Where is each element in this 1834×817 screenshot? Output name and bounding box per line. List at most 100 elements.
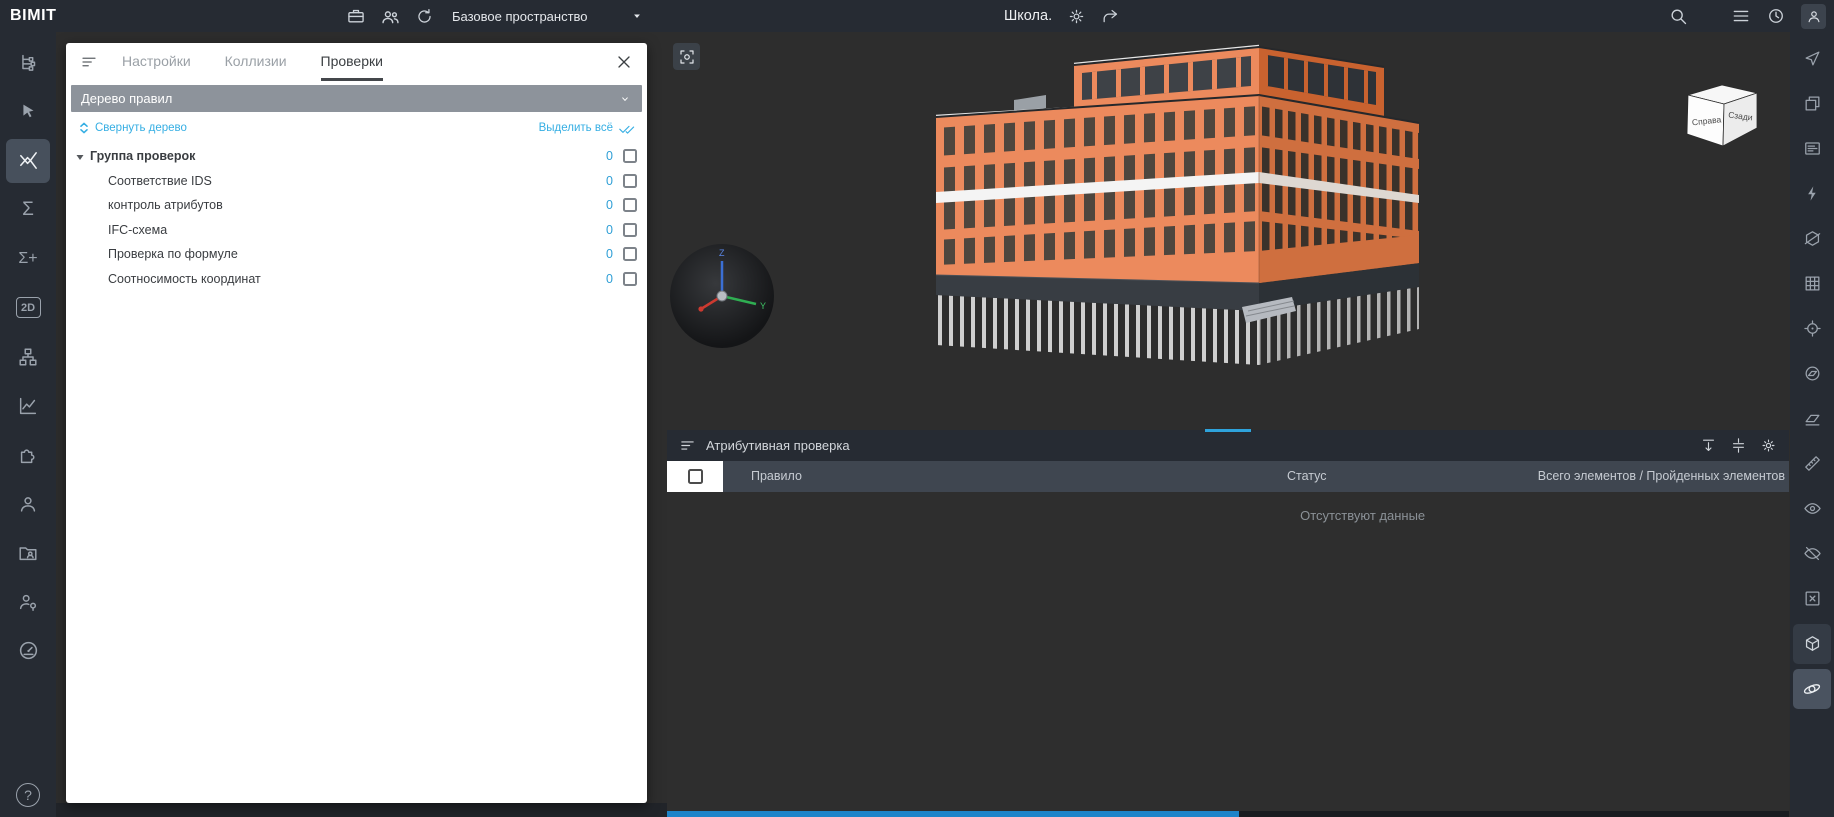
close-panel-button[interactable]: [614, 52, 634, 72]
tree-caret-icon: [75, 152, 85, 162]
rule-count: 0: [606, 149, 613, 163]
dimension-ruler-button[interactable]: [1793, 441, 1831, 486]
rule-row[interactable]: IFC-схема 0: [66, 218, 647, 243]
row-distribute-button[interactable]: [1730, 437, 1747, 454]
top-bar: BIMIT Базовое пространство Школа.: [0, 0, 1834, 32]
fit-height-button[interactable]: [1700, 437, 1717, 454]
viewport-3d[interactable]: Z Y Справа Сзади На: [56, 32, 1790, 817]
section-box-button[interactable]: [1793, 216, 1831, 261]
hierarchy-button[interactable]: [4, 332, 52, 381]
workspace-selector-label: Базовое пространство: [452, 9, 588, 24]
help-button[interactable]: ?: [16, 783, 40, 807]
rule-row[interactable]: Соотносимость координат 0: [66, 267, 647, 292]
rule-row[interactable]: Соответствие IDS 0: [66, 169, 647, 194]
orbit-button[interactable]: [1793, 669, 1831, 709]
sum-add-icon: Σ+: [18, 251, 37, 267]
selection-layers-button[interactable]: [1793, 81, 1831, 126]
collisions-button[interactable]: [6, 139, 50, 183]
workspace-selector[interactable]: Базовое пространство: [452, 0, 644, 32]
rule-checkbox[interactable]: [623, 149, 637, 163]
project-settings-button[interactable]: [1067, 7, 1086, 26]
lightning-button[interactable]: [1793, 171, 1831, 216]
rule-checkbox[interactable]: [623, 272, 637, 286]
topbar-right: [1668, 0, 1826, 32]
hide-eye-icon: [1803, 544, 1822, 563]
clip-plane-button[interactable]: [1793, 396, 1831, 441]
view-2d-button[interactable]: 2D: [4, 283, 52, 332]
collisions-icon: [17, 149, 40, 172]
column-rule: Правило: [751, 469, 802, 483]
profile-icon: [1805, 7, 1823, 25]
model-tree-button[interactable]: [4, 38, 52, 87]
rule-row[interactable]: контроль атрибутов 0: [66, 193, 647, 218]
graph-check-button[interactable]: [4, 381, 52, 430]
search-button[interactable]: [1668, 6, 1688, 26]
rule-row[interactable]: Проверка по формуле 0: [66, 242, 647, 267]
profile-button[interactable]: [1801, 4, 1826, 29]
app-logo: BIMIT: [10, 0, 57, 32]
rule-checkbox[interactable]: [623, 223, 637, 237]
building-model-3d[interactable]: [924, 39, 1424, 394]
navigation-cube[interactable]: Справа Сзади: [1678, 78, 1762, 161]
empty-state-text: Отсутствуют данные: [1300, 508, 1425, 523]
collapse-tree-link[interactable]: Свернуть дерево: [78, 122, 187, 134]
history-button[interactable]: [1766, 6, 1786, 26]
sum-add-button[interactable]: Σ+: [4, 234, 52, 283]
cube-view-button[interactable]: [1793, 624, 1831, 664]
help-icon: ?: [24, 787, 32, 803]
gear-icon: [1760, 437, 1777, 454]
rule-checkbox[interactable]: [623, 247, 637, 261]
projects-button[interactable]: [346, 6, 366, 26]
section-box-icon: [1803, 229, 1822, 248]
select-cursor-button[interactable]: [4, 87, 52, 136]
rule-count: 0: [606, 198, 613, 212]
tab-collisions[interactable]: Коллизии: [225, 43, 287, 81]
table-settings-button[interactable]: [1760, 437, 1777, 454]
user-button[interactable]: [4, 479, 52, 528]
rule-count: 0: [606, 223, 613, 237]
show-eye-button[interactable]: [1793, 486, 1831, 531]
properties-list-button[interactable]: [1793, 126, 1831, 171]
tab-settings[interactable]: Настройки: [122, 43, 191, 81]
section-plane-button[interactable]: [1793, 351, 1831, 396]
isolate-box-button[interactable]: [1793, 576, 1831, 621]
rule-checkbox[interactable]: [623, 198, 637, 212]
rule-checkbox[interactable]: [623, 174, 637, 188]
user-location-button[interactable]: [4, 577, 52, 626]
history-icon: [1766, 6, 1786, 26]
menu-filter-icon: [679, 437, 696, 454]
grid-button[interactable]: [1793, 261, 1831, 306]
fit-view-button[interactable]: [673, 43, 700, 70]
project-title: Школа.: [1004, 8, 1052, 24]
dimension-ruler-icon: [1803, 454, 1822, 473]
double-check-icon: [618, 120, 635, 137]
shared-folder-button[interactable]: [4, 528, 52, 577]
tree-actions-row: Свернуть дерево Выделить всё: [66, 112, 647, 144]
panel-resize-handle[interactable]: [1205, 429, 1251, 432]
sum-button[interactable]: Σ: [4, 185, 52, 234]
axes-gizmo[interactable]: Z Y: [670, 244, 774, 348]
team-button[interactable]: [380, 6, 401, 27]
share-button[interactable]: [1101, 7, 1120, 26]
select-all-checkbox[interactable]: [688, 469, 703, 484]
plugins-button[interactable]: [4, 430, 52, 479]
rule-label: Группа проверок: [90, 149, 195, 163]
hide-eye-button[interactable]: [1793, 531, 1831, 576]
left-toolbar: Σ Σ+ 2D ?: [0, 32, 56, 817]
rule-group-row[interactable]: Группа проверок 0: [66, 144, 647, 169]
navigate-button[interactable]: [1793, 36, 1831, 81]
focus-target-icon: [1803, 319, 1822, 338]
select-all-link[interactable]: Выделить всё: [539, 120, 635, 137]
focus-target-button[interactable]: [1793, 306, 1831, 351]
sync-button[interactable]: [415, 7, 434, 26]
menu-list-button[interactable]: [1731, 6, 1751, 26]
attribute-panel-menu-button[interactable]: [679, 437, 696, 454]
axis-y-label: Y: [760, 301, 766, 311]
rules-tree-header[interactable]: Дерево правил: [71, 85, 642, 112]
panel-menu-button[interactable]: [80, 53, 98, 71]
dashboard-gauge-button[interactable]: [4, 626, 52, 675]
checks-panel-header: Настройки Коллизии Проверки: [66, 43, 647, 81]
tab-checks[interactable]: Проверки: [321, 43, 383, 81]
team-icon: [380, 6, 401, 27]
results-table-body: Отсутствуют данные: [667, 492, 1789, 817]
